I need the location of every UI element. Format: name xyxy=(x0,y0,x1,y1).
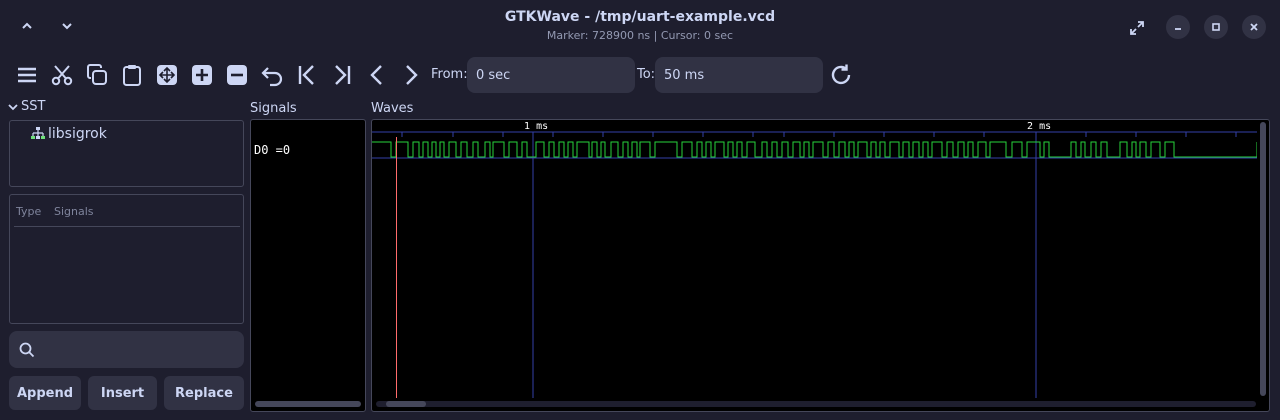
tree-item-label: libsigrok xyxy=(48,126,107,142)
tick-label-2ms: 2 ms xyxy=(1027,121,1051,132)
window-title: GTKWave - /tmp/uart-example.vcd xyxy=(504,9,776,25)
list-divider xyxy=(14,226,240,227)
waves-title: Waves xyxy=(371,101,414,116)
next-icon[interactable] xyxy=(398,62,424,88)
hierarchy-icon xyxy=(31,127,45,139)
from-input[interactable]: 0 sec xyxy=(467,57,635,93)
go-end-icon[interactable] xyxy=(329,62,355,88)
signals-title: Signals xyxy=(250,101,297,116)
waveform-d0[interactable] xyxy=(372,141,1257,158)
window-subtitle: Marker: 728900 ns | Cursor: 0 sec xyxy=(546,29,734,42)
signals-scrollbar[interactable] xyxy=(255,401,361,407)
to-label: To: xyxy=(637,67,656,82)
wave-canvas[interactable]: 1 ms 2 ms xyxy=(372,120,1257,398)
sst-header[interactable]: SST xyxy=(8,99,45,114)
fullscreen-icon[interactable] xyxy=(1123,14,1151,42)
sst-title: SST xyxy=(21,99,46,114)
cut-icon[interactable] xyxy=(49,62,75,88)
insert-button[interactable]: Insert xyxy=(88,376,157,410)
go-start-icon[interactable] xyxy=(294,62,320,88)
waves-v-scrollbar[interactable] xyxy=(1260,122,1266,396)
zoom-out-icon[interactable] xyxy=(224,62,250,88)
waves-h-scrollbar-track xyxy=(376,401,1256,407)
signals-pane xyxy=(250,119,366,412)
maximize-button[interactable] xyxy=(1204,15,1228,39)
waves-h-scrollbar[interactable] xyxy=(386,401,426,407)
to-input[interactable]: 50 ms xyxy=(655,57,823,93)
close-button[interactable] xyxy=(1242,15,1266,39)
column-header-signals[interactable]: Signals xyxy=(54,205,94,218)
append-button[interactable]: Append xyxy=(9,376,81,410)
tree-item-libsigrok[interactable]: libsigrok xyxy=(30,126,107,142)
title-bar: GTKWave - /tmp/uart-example.vcd Marker: … xyxy=(0,0,1280,52)
reload-icon[interactable] xyxy=(828,62,854,88)
previous-icon[interactable] xyxy=(364,62,390,88)
zoom-fit-icon[interactable] xyxy=(154,62,180,88)
search-field[interactable] xyxy=(9,331,244,368)
signal-type-list xyxy=(9,194,244,324)
tick-label-1ms: 1 ms xyxy=(524,121,548,132)
zoom-in-icon[interactable] xyxy=(189,62,215,88)
minimize-button[interactable] xyxy=(1166,15,1190,39)
paste-icon[interactable] xyxy=(119,62,145,88)
column-header-type[interactable]: Type xyxy=(16,205,41,218)
minor-ticks xyxy=(401,132,1237,137)
menu-icon[interactable] xyxy=(14,62,40,88)
signal-row-d0[interactable]: D0 =0 xyxy=(254,143,290,157)
replace-button[interactable]: Replace xyxy=(164,376,244,410)
undo-icon[interactable] xyxy=(259,62,285,88)
from-label: From: xyxy=(431,67,468,82)
search-icon xyxy=(19,342,35,358)
toolbar: From: 0 sec To: 50 ms xyxy=(0,54,1280,96)
expander-icon xyxy=(8,103,18,110)
copy-icon[interactable] xyxy=(84,62,110,88)
